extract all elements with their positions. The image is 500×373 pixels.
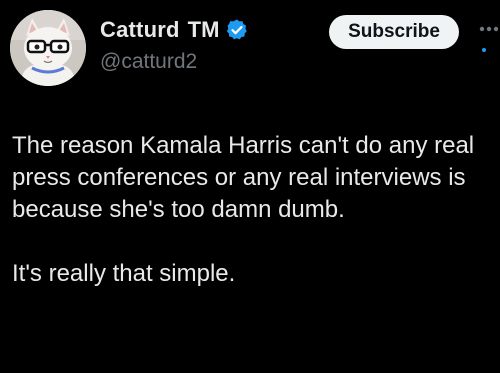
tweet-paragraph-2: It's really that simple. [12,260,236,287]
subscribe-button[interactable]: Subscribe [329,15,459,49]
tweet-paragraph-1: The reason Kamala Harris can't do any re… [12,132,475,223]
author-name-row[interactable]: Catturd TM [100,14,249,46]
trademark-mark: TM [187,17,220,42]
avatar[interactable] [10,10,86,86]
tweet-text: The reason Kamala Harris can't do any re… [12,130,498,290]
accent-dot [482,48,486,52]
author-handle[interactable]: @catturd2 [100,50,197,74]
cat-avatar-image [10,10,86,86]
more-options-icon[interactable] [474,22,500,36]
verified-badge-icon [225,18,249,42]
tweet-card: Catturd TM @catturd2 Subscribe The reaso… [0,0,500,373]
author-display-name[interactable]: Catturd [100,17,180,43]
